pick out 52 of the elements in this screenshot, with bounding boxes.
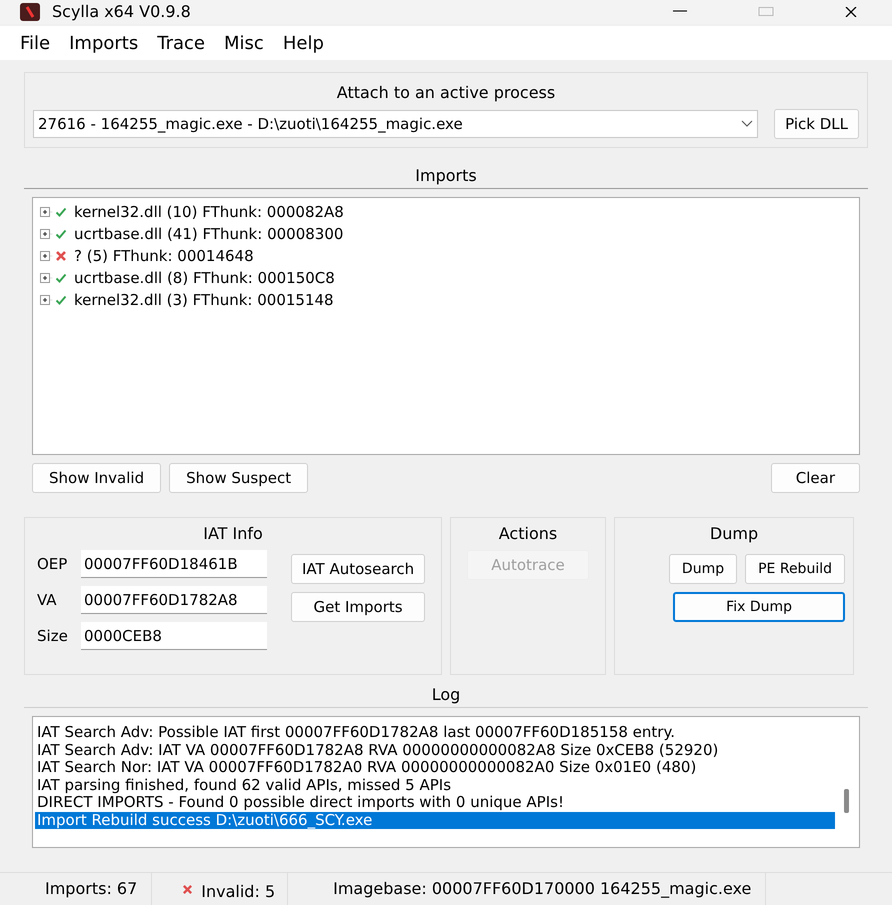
field-label: Size [36, 626, 69, 647]
group-title: IAT Info [203, 524, 263, 543]
window-title: Scylla x64 V0.9.8 [52, 2, 191, 22]
tree-item[interactable]: ucrtbase.dll (8) FThunk: 000150C8 [74, 266, 335, 290]
filter-button[interactable]: Show Suspect [169, 463, 308, 493]
expand-icon[interactable] [39, 272, 52, 284]
group-title: Log [432, 685, 460, 704]
scrollbar-thumb[interactable] [844, 789, 849, 813]
input-field[interactable]: 0000CEB8 [81, 622, 267, 650]
tree-item[interactable]: ucrtbase.dll (41) FThunk: 00008300 [74, 222, 344, 246]
menu-item[interactable]: File [20, 30, 68, 56]
field-label: VA [36, 590, 58, 611]
action-button[interactable]: Get Imports [291, 592, 426, 622]
tree-item[interactable]: kernel32.dll (3) FThunk: 00015148 [74, 288, 334, 312]
expand-icon[interactable] [39, 294, 52, 306]
log-list[interactable] [32, 716, 860, 848]
input-field[interactable]: 00007FF60D18461B [81, 550, 267, 578]
app-icon [20, 3, 40, 21]
status-text: Imports: 67 [0, 873, 152, 905]
log-line[interactable]: IAT parsing finished, found 62 valid APIs, missed 5 APIs [35, 776, 835, 794]
expand-icon[interactable] [39, 228, 52, 240]
process-dropdown[interactable]: 27616 - 164255_magic.exe - D:\zuoti\164255_magic.exe [33, 110, 758, 138]
dump-button[interactable]: Dump [668, 554, 738, 584]
input-field[interactable]: 00007FF60D1782A8 [81, 586, 267, 614]
group-title: Actions [498, 524, 558, 543]
cross-icon [182, 884, 194, 894]
pick-dll-button[interactable]: Pick DLL [774, 109, 859, 139]
tree-item[interactable]: kernel32.dll (10) FThunk: 000082A8 [74, 200, 344, 224]
dump-button[interactable]: Fix Dump [673, 592, 845, 622]
menu-item[interactable]: Imports [69, 30, 156, 56]
menu-item[interactable]: Misc [224, 30, 281, 56]
log-line[interactable]: DIRECT IMPORTS - Found 0 possible direct imports with 0 unique APIs! [35, 794, 835, 812]
dump-button[interactable]: PE Rebuild [745, 554, 845, 584]
status-text: Invalid: 5 [201, 881, 276, 902]
status-text: Imagebase: 00007FF60D170000 164255_magic.exe [288, 873, 766, 905]
menu-item[interactable]: Help [282, 30, 341, 56]
log-line[interactable]: IAT Search Adv: Possible IAT first 00007FF60D1782A8 last 00007FF60D185158 entry. [35, 724, 835, 742]
log-line[interactable]: IAT Search Nor: IAT VA 00007FF60D1782A0 RVA 00000000000082A0 Size 0x01E0 (480) [35, 759, 835, 776]
group-title: Attach to an active process [336, 83, 556, 102]
menu-item[interactable]: Trace [157, 30, 222, 56]
field-label: OEP [36, 554, 68, 575]
filter-button[interactable]: Show Invalid [32, 463, 162, 493]
clear-button[interactable]: Clear [770, 463, 860, 493]
group-title: Dump [710, 524, 758, 543]
log-line[interactable]: IAT Search Adv: IAT VA 00007FF60D1782A8 RVA 00000000000082A8 Size 0xCEB8 (52920) [35, 742, 835, 759]
expand-icon[interactable] [39, 206, 52, 218]
action-button[interactable]: IAT Autosearch [291, 554, 426, 584]
group-title: Imports [415, 166, 477, 185]
expand-icon[interactable] [39, 250, 52, 262]
chevron-icon [741, 120, 754, 128]
tree-item[interactable]: ? (5) FThunk: 00014648 [74, 244, 254, 268]
imports-tree[interactable]: kernel32.dll (10) FThunk: 000082A8 ucrtbase.dll (41) FThunk: 00008300 ? (5) FThunk: 00014648 ucrtbase.dll (8) FThunk: 000150C8 kernel32.dll (3) FThunk: 00015148 [32, 197, 860, 455]
